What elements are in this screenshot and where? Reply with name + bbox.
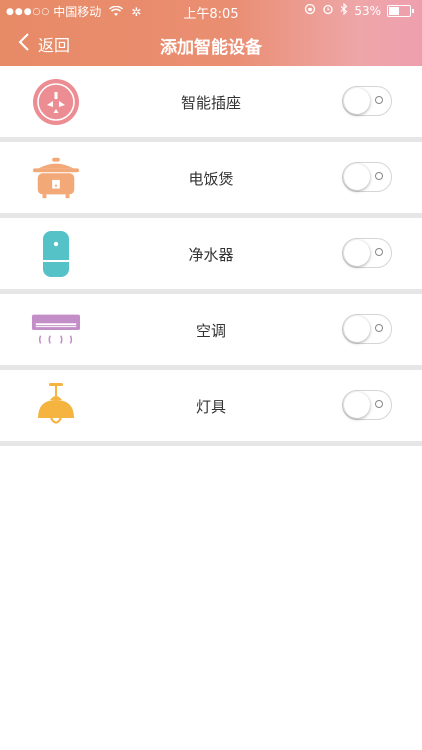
battery-percent: 53% (354, 3, 381, 18)
device-toggle[interactable] (342, 314, 392, 344)
toggle-knob (344, 316, 370, 342)
page-title: 添加智能设备 (160, 38, 262, 58)
device-list: 智能插座 电饭煲 净水器 空调 灯具 (0, 66, 422, 446)
device-toggle[interactable] (342, 162, 392, 192)
toggle-knob (344, 88, 370, 114)
toggle-off-indicator (375, 324, 383, 332)
device-row-lamp[interactable]: 灯具 (0, 370, 422, 446)
battery-level-fill (389, 6, 399, 15)
rotation-lock-icon (304, 3, 316, 18)
bluetooth-icon (340, 2, 348, 18)
device-toggle[interactable] (342, 238, 392, 268)
header-bar: ●●●○○ 中国移动 ✲ 上午8:05 53% 返回 添加智能设备 (0, 0, 422, 66)
battery-tip (412, 8, 414, 13)
status-bar: ●●●○○ 中国移动 ✲ 上午8:05 53% (0, 0, 422, 22)
status-right: 53% (304, 2, 414, 18)
device-toggle[interactable] (342, 390, 392, 420)
device-row-water-purifier[interactable]: 净水器 (0, 218, 422, 294)
device-row-air-conditioner[interactable]: 空调 (0, 294, 422, 370)
battery-icon (387, 4, 411, 17)
toggle-off-indicator (375, 172, 383, 180)
device-toggle[interactable] (342, 86, 392, 116)
device-row-rice-cooker[interactable]: 电饭煲 (0, 142, 422, 218)
device-row-smart-plug[interactable]: 智能插座 (0, 66, 422, 142)
toggle-off-indicator (375, 248, 383, 256)
toggle-knob (344, 392, 370, 418)
toggle-knob (344, 164, 370, 190)
toggle-off-indicator (375, 400, 383, 408)
toggle-knob (344, 240, 370, 266)
navigation-bar: 返回 添加智能设备 (0, 22, 422, 66)
alarm-icon (322, 3, 334, 18)
toggle-off-indicator (375, 96, 383, 104)
